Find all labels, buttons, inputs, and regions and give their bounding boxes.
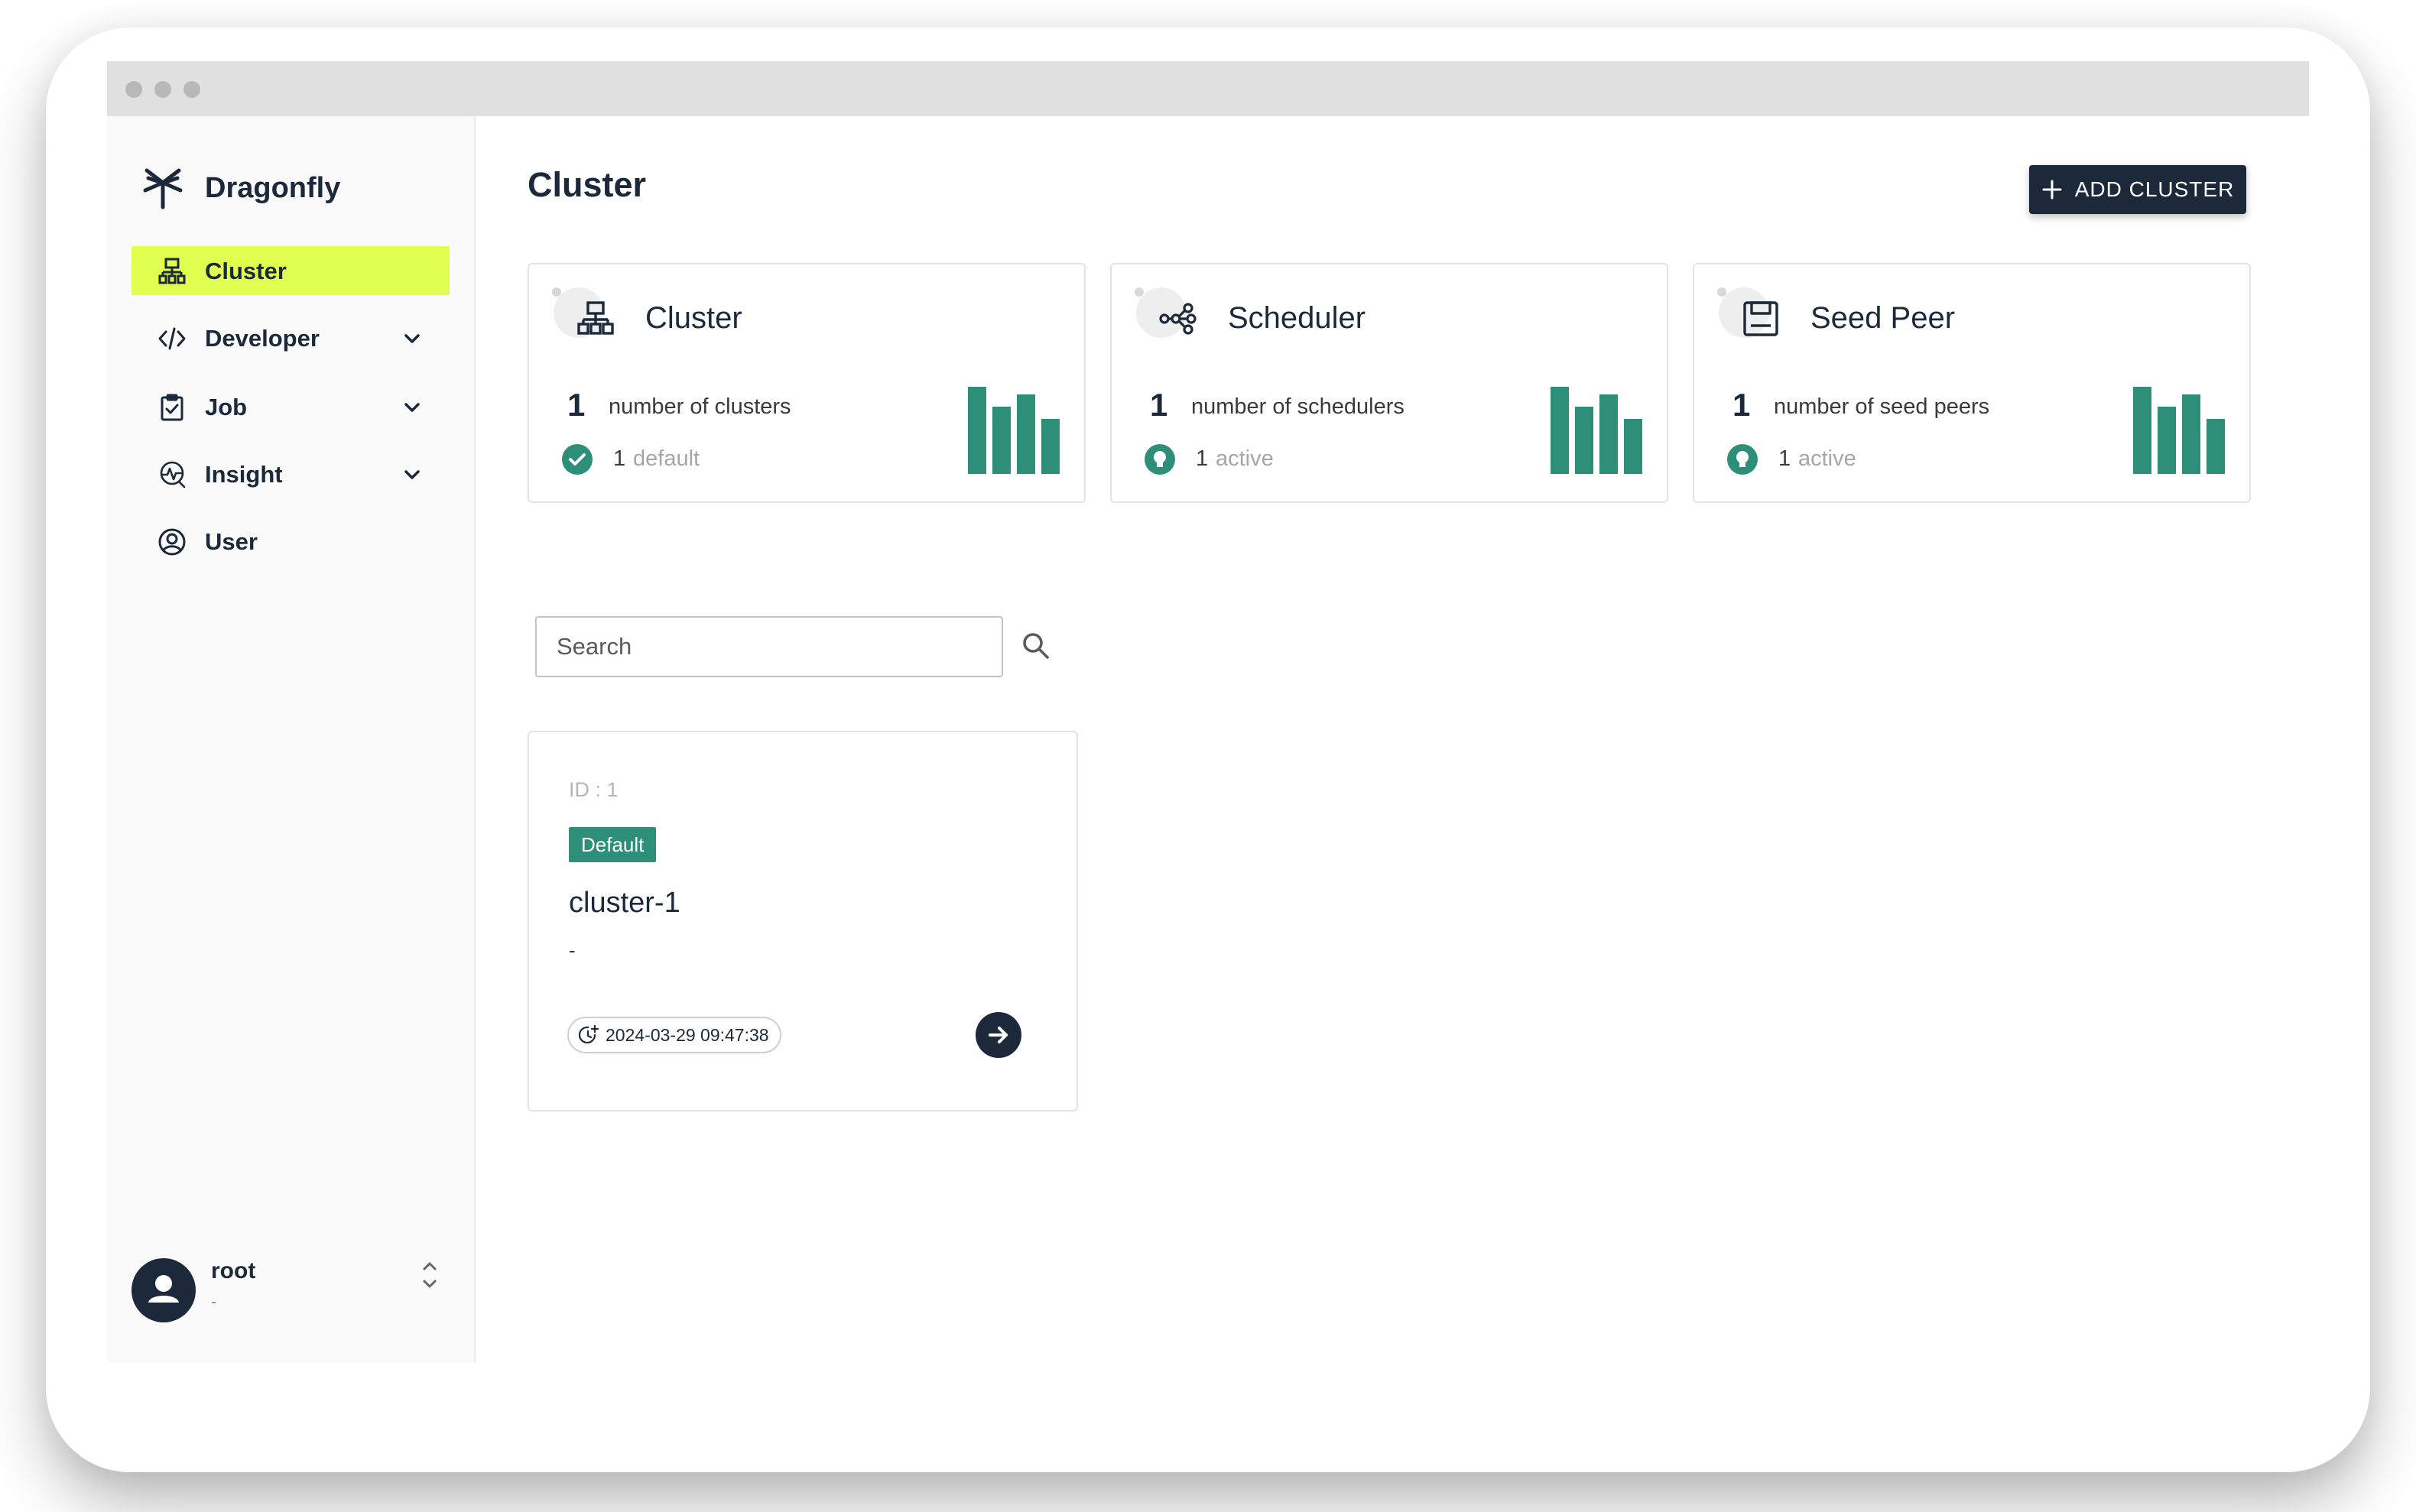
sidebar: Dragonfly Cluster Developer Job Insight … [107,116,476,1362]
stat-card-cluster: Cluster 1 number of clusters 1 default [528,263,1086,503]
chevron-down-icon[interactable] [401,327,424,350]
window-minimize-dot[interactable] [154,81,171,98]
sidebar-item-user[interactable]: User [132,517,450,566]
sidebar-item-label: Cluster [205,258,287,284]
plus-icon [2042,180,2062,200]
title-bar [107,61,2309,116]
window-maximize-dot[interactable] [183,81,200,98]
dragonfly-logo-icon [143,168,183,209]
code-icon [158,327,186,350]
status-count: 1 [613,446,626,471]
card-title: Seed Peer [1810,301,1956,335]
search-input[interactable] [535,616,1003,677]
cluster-icon [577,301,614,335]
lightbulb-icon [1727,444,1758,475]
user-subtitle: - [211,1292,217,1311]
open-cluster-button[interactable] [976,1012,1021,1058]
count-label: number of seed peers [1774,394,1990,419]
bar-chart-icon [2133,387,2226,474]
sidebar-item-developer[interactable]: Developer [132,313,450,362]
user-menu[interactable]: root - [132,1249,450,1322]
bar-chart-icon [968,387,1061,474]
window-close-dot[interactable] [125,81,142,98]
sidebar-item-cluster[interactable]: Cluster [132,246,450,295]
cluster-description: - [569,939,576,962]
avatar[interactable] [132,1258,196,1322]
unfold-icon[interactable] [416,1255,443,1295]
chevron-down-icon[interactable] [401,463,424,486]
count-label: number of clusters [609,394,791,419]
check-circle-icon [562,444,593,475]
person-icon [148,1275,179,1303]
status-label: default [633,446,700,471]
count-value: 1 [1732,387,1751,423]
user-circle-icon [158,528,186,556]
chevron-down-icon[interactable] [401,396,424,419]
sidebar-item-label: User [205,528,258,555]
brand-name: Dragonfly [205,171,341,204]
cluster-name: cluster-1 [569,887,680,919]
status-label: active [1798,446,1856,471]
clock-add-icon [578,1024,599,1044]
count-value: 1 [1150,387,1168,423]
sidebar-item-label: Job [205,394,248,420]
page-title: Cluster [528,165,647,204]
brand[interactable]: Dragonfly [141,164,340,213]
arrow-right-icon [989,1027,1008,1043]
cluster-icon [158,258,186,284]
cluster-id: ID : 1 [569,778,619,801]
sidebar-item-insight[interactable]: Insight [132,449,450,498]
default-badge: Default [569,827,657,862]
sidebar-item-label: Insight [205,461,283,488]
clipboard-check-icon [161,394,183,421]
status-label: active [1216,446,1274,471]
count-value: 1 [567,387,586,423]
created-at: 2024-03-29 09:47:38 [606,1024,769,1045]
insight-icon [160,461,186,488]
browser-window: Dragonfly Cluster Developer Job Insight … [107,61,2309,1362]
add-cluster-button[interactable]: ADD CLUSTER [2029,165,2246,214]
sidebar-item-job[interactable]: Job [132,382,450,431]
count-label: number of schedulers [1191,394,1404,419]
seed-peer-icon [1743,301,1778,336]
card-title: Cluster [645,301,742,335]
bar-chart-icon [1551,387,1644,474]
status-count: 1 [1778,446,1791,471]
search-icon[interactable] [1018,628,1054,664]
stat-card-seed-peer: Seed Peer 1 number of seed peers 1 activ… [1693,263,2251,503]
lightbulb-icon [1145,444,1175,475]
user-name: root [211,1258,256,1283]
stat-card-scheduler: Scheduler 1 number of schedulers 1 activ… [1110,263,1668,503]
created-at-chip: 2024-03-29 09:47:38 [567,1017,781,1053]
status-count: 1 [1196,446,1209,471]
card-title: Scheduler [1228,301,1366,335]
add-cluster-label: ADD CLUSTER [2074,177,2235,201]
main-content: Cluster ADD CLUSTER Cluster 1 number of … [476,116,2309,1362]
sidebar-item-label: Developer [205,325,320,352]
cluster-card[interactable]: ID : 1 Default cluster-1 - 2024-03-29 09… [528,731,1078,1111]
scheduler-icon [1159,303,1197,335]
